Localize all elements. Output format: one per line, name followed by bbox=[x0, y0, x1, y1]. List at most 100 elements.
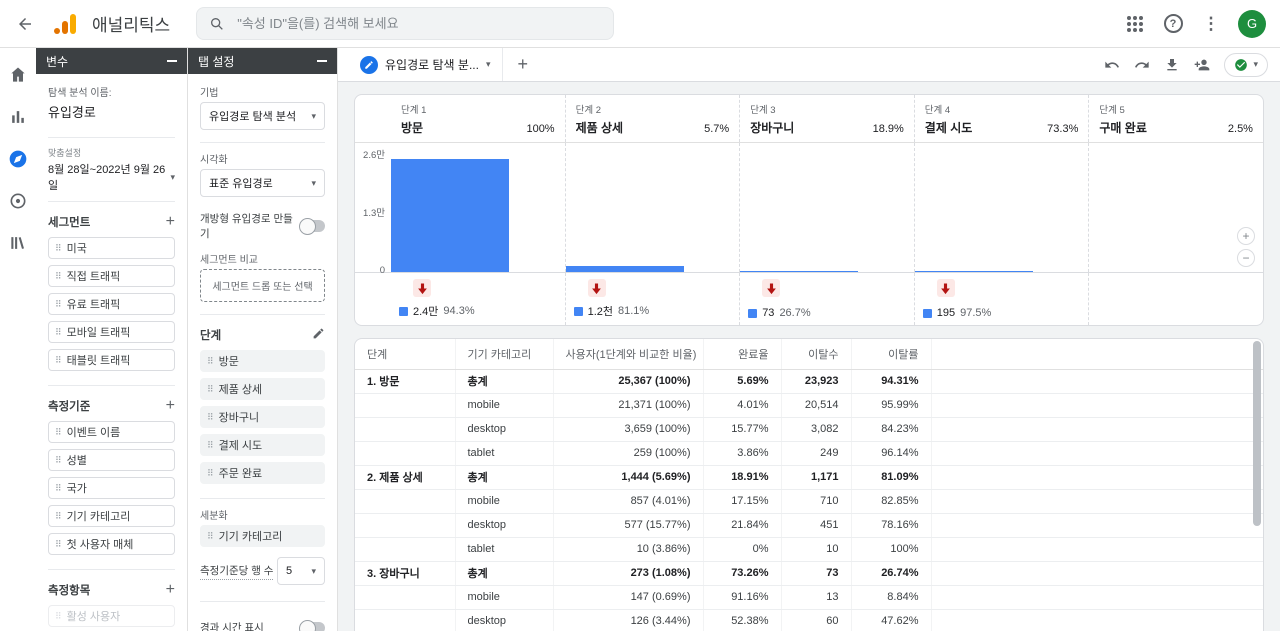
segment-chip[interactable]: ⠿태블릿 트래픽 bbox=[48, 349, 175, 371]
funnel-step-chip[interactable]: ⠿제품 상세 bbox=[200, 378, 325, 400]
elapsed-time-toggle[interactable] bbox=[301, 622, 325, 631]
funnel-table-card: 단계기기 카테고리사용자(1단계와 비교한 비율)완료율이탈수이탈률 1. 방문… bbox=[354, 338, 1264, 631]
funnel-step-chip[interactable]: ⠿장바구니 bbox=[200, 406, 325, 428]
date-range-picker[interactable]: 8월 28일~2022년 9월 26일 ▾ bbox=[48, 161, 175, 193]
funnel-step-rate: 73.3% bbox=[1047, 123, 1078, 135]
breakdown-chip[interactable]: ⠿ 기기 카테고리 bbox=[200, 525, 325, 547]
funnel-step-name: 구매 완료 bbox=[1099, 119, 1147, 136]
funnel-step-chip[interactable]: ⠿주문 완료 bbox=[200, 462, 325, 484]
table-row: desktop3,659 (100%)15.77%3,08284.23% bbox=[355, 417, 1263, 441]
funnel-bar[interactable] bbox=[740, 271, 858, 272]
abandon-rate: 94.3% bbox=[443, 305, 474, 317]
rows-per-dimension-select[interactable]: 5 ▾ bbox=[277, 557, 325, 585]
metric-chip[interactable]: ⠿활성 사용자 bbox=[48, 605, 175, 627]
cell-abandonments: 1,171 bbox=[781, 465, 851, 489]
library-icon bbox=[8, 233, 28, 253]
add-metric-button[interactable]: + bbox=[166, 582, 175, 598]
minimize-tab-settings-button[interactable] bbox=[317, 60, 327, 62]
visualization-select[interactable]: 표준 유입경로 ▾ bbox=[200, 169, 325, 197]
cell-step bbox=[355, 393, 455, 417]
technique-select[interactable]: 유입경로 탐색 분석 ▾ bbox=[200, 102, 325, 130]
cell-device-category: 총계 bbox=[455, 561, 553, 585]
funnel-abandon-cell: 1.2천81.1% bbox=[565, 273, 740, 325]
chevron-down-icon: ▾ bbox=[170, 172, 175, 183]
segment-chip[interactable]: ⠿유료 트래픽 bbox=[48, 293, 175, 315]
dimension-chip[interactable]: ⠿이벤트 이름 bbox=[48, 421, 175, 443]
divider bbox=[200, 498, 325, 499]
segment-drop-zone[interactable]: 세그먼트 드롭 또는 선택 bbox=[200, 269, 325, 302]
nav-explore-button[interactable] bbox=[5, 146, 31, 172]
add-segment-button[interactable]: + bbox=[166, 214, 175, 230]
cell-device-category: mobile bbox=[455, 393, 553, 417]
undo-button[interactable] bbox=[1098, 51, 1126, 79]
tab-settings-panel-body: 기법 유입경로 탐색 분석 ▾ 시각화 표준 유입경로 ▾ 개방형 유입경로 만… bbox=[188, 74, 337, 631]
visualization-label: 시각화 bbox=[200, 151, 325, 166]
dimension-chip[interactable]: ⠿첫 사용자 매체 bbox=[48, 533, 175, 555]
segments-label: 세그먼트 bbox=[48, 214, 90, 230]
cell-step bbox=[355, 585, 455, 609]
abandon-count: 1.2천 bbox=[588, 303, 613, 319]
funnel-plot-column bbox=[739, 143, 914, 272]
exploration-name-value[interactable]: 유입경로 bbox=[48, 102, 175, 121]
drag-handle-icon: ⠿ bbox=[55, 243, 61, 254]
pencil-icon bbox=[364, 60, 374, 70]
help-button[interactable]: ? bbox=[1158, 9, 1188, 39]
nav-library-button[interactable] bbox=[5, 230, 31, 256]
elapsed-time-label: 경과 시간 표시 bbox=[200, 620, 264, 631]
segment-chip[interactable]: ⠿직접 트래픽 bbox=[48, 265, 175, 287]
funnel-bar[interactable] bbox=[566, 266, 684, 272]
dimension-chip[interactable]: ⠿기기 카테고리 bbox=[48, 505, 175, 527]
divider bbox=[48, 201, 175, 202]
date-range-value: 8월 28일~2022년 9월 26일 bbox=[48, 161, 170, 193]
table-row: 1. 방문총계25,367 (100%)5.69%23,92394.31% bbox=[355, 369, 1263, 393]
search-icon bbox=[209, 16, 225, 32]
open-funnel-label: 개방형 유입경로 만들기 bbox=[200, 211, 295, 241]
share-button[interactable] bbox=[1188, 51, 1216, 79]
more-vertical-icon: ⋮ bbox=[1203, 14, 1220, 34]
apps-grid-button[interactable] bbox=[1120, 9, 1150, 39]
cell-filler bbox=[931, 489, 1263, 513]
analytics-app: 애널리틱스 ? ⋮ G bbox=[0, 0, 1280, 631]
status-check-button[interactable]: ▾ bbox=[1224, 53, 1268, 77]
cell-abandonments: 20,514 bbox=[781, 393, 851, 417]
cell-users: 25,367 (100%) bbox=[553, 369, 703, 393]
dimension-chip[interactable]: ⠿국가 bbox=[48, 477, 175, 499]
scrollbar-thumb[interactable] bbox=[1253, 341, 1261, 526]
funnel-step-rate: 5.7% bbox=[704, 123, 729, 135]
abandon-down-arrow-icon bbox=[415, 281, 430, 296]
nav-home-button[interactable] bbox=[5, 62, 31, 88]
add-tab-button[interactable]: + bbox=[505, 54, 540, 75]
cell-abandonment-rate: 100% bbox=[851, 537, 931, 561]
dimension-chip[interactable]: ⠿성별 bbox=[48, 449, 175, 471]
funnel-step-chip[interactable]: ⠿방문 bbox=[200, 350, 325, 372]
abandon-stat-line: 1.2천81.1% bbox=[574, 303, 732, 319]
nav-advertising-button[interactable] bbox=[5, 188, 31, 214]
zoom-out-button[interactable]: − bbox=[1237, 249, 1255, 267]
edit-steps-button[interactable] bbox=[312, 327, 325, 343]
table-header-row: 단계기기 카테고리사용자(1단계와 비교한 비율)완료율이탈수이탈률 bbox=[355, 339, 1263, 369]
add-dimension-button[interactable]: + bbox=[166, 398, 175, 414]
open-funnel-toggle[interactable] bbox=[301, 220, 325, 232]
dimensions-section-header: 측정기준 + bbox=[48, 398, 175, 414]
legend-swatch-icon bbox=[923, 309, 932, 318]
tab-funnel-exploration[interactable]: 유입경로 탐색 분... ▾ bbox=[348, 48, 503, 81]
cell-step bbox=[355, 441, 455, 465]
redo-button[interactable] bbox=[1128, 51, 1156, 79]
download-button[interactable] bbox=[1158, 51, 1186, 79]
more-options-button[interactable]: ⋮ bbox=[1196, 9, 1226, 39]
back-button[interactable] bbox=[10, 9, 40, 39]
chevron-down-icon: ▾ bbox=[311, 178, 316, 189]
segment-chip[interactable]: ⠿미국 bbox=[48, 237, 175, 259]
search-bar[interactable] bbox=[196, 7, 614, 40]
nav-reports-button[interactable] bbox=[5, 104, 31, 130]
funnel-bar[interactable] bbox=[915, 271, 1033, 272]
funnel-bar[interactable] bbox=[391, 159, 509, 272]
avatar[interactable]: G bbox=[1238, 10, 1266, 38]
segment-chip[interactable]: ⠿모바일 트래픽 bbox=[48, 321, 175, 343]
funnel-step-chip[interactable]: ⠿결제 시도 bbox=[200, 434, 325, 456]
column-header: 완료율 bbox=[703, 339, 781, 369]
search-input[interactable] bbox=[235, 15, 601, 32]
minimize-variables-button[interactable] bbox=[167, 60, 177, 62]
zoom-in-button[interactable]: + bbox=[1237, 227, 1255, 245]
abandon-rate: 26.7% bbox=[779, 307, 810, 319]
